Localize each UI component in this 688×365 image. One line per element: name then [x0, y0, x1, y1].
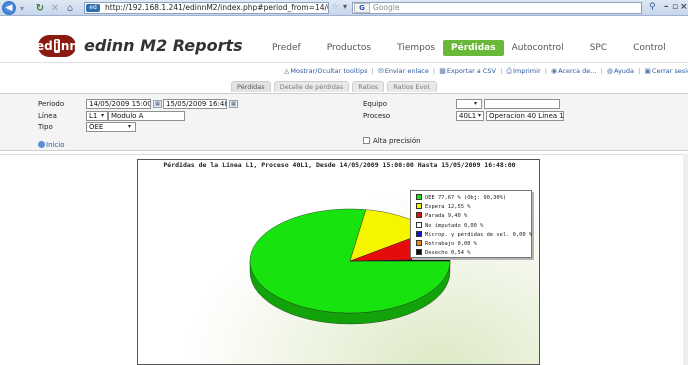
export-csv-link[interactable]: Exportar a CSV — [447, 67, 496, 75]
legend-swatch — [416, 240, 422, 246]
legend-item: OEE 77,67 % (Obj: 90,30%) — [416, 194, 506, 202]
help-link[interactable]: Ayuda — [614, 67, 634, 75]
legend-item: Parada 9,40 % — [416, 212, 467, 220]
legend-label: Microp. y pérdidas de vel. 0,00 % — [425, 231, 533, 238]
app-logo: ed i nn — [36, 35, 78, 57]
header-divider — [0, 62, 688, 63]
periodo-from-input[interactable]: 14/05/2009 15:00:00 — [86, 99, 151, 109]
back-icon[interactable]: ◀ — [2, 1, 16, 15]
inicio-link[interactable]: Inicio — [38, 141, 65, 149]
inicio-label: Inicio — [46, 141, 65, 149]
legend-label: Parada 9,40 % — [425, 213, 468, 220]
content-divider — [0, 154, 688, 155]
page-scrollbar[interactable] — [683, 154, 688, 365]
periodo-to-input[interactable]: 15/05/2009 16:48:00 — [163, 99, 227, 109]
menu-item-autocontrol[interactable]: Autocontrol — [504, 40, 572, 56]
tab-ratios-evol[interactable]: Ratios Evol. — [387, 81, 438, 92]
home-icon[interactable]: ⌂ — [64, 1, 76, 15]
legend-label: Desecho 0,54 % — [425, 250, 471, 257]
legend-swatch — [416, 203, 422, 210]
info-icon: ◉ — [550, 67, 558, 75]
printer-icon: ⎙ — [506, 67, 512, 75]
logout-icon: ▣ — [644, 67, 652, 75]
logout-link[interactable]: Cerrar sesión — [652, 67, 688, 75]
bookmark-star-icon[interactable]: ☆ — [331, 2, 339, 12]
restore-icon[interactable]: ▫ — [672, 2, 678, 12]
close-icon[interactable]: × — [680, 2, 688, 12]
legend-item: Retrabajo 0,00 % — [416, 240, 477, 248]
stop-icon[interactable]: ✕ — [49, 1, 61, 15]
tab-ratios[interactable]: Ratios — [352, 81, 385, 92]
equipo-text-field[interactable] — [484, 99, 560, 109]
report-tabs: Pérdidas Detalle de pérdidas Ratios Rati… — [231, 81, 438, 92]
action-toolbar: ◬Mostrar/Ocultar tooltips | ✉Enviar enla… — [284, 67, 688, 76]
legend-item: Microp. y pérdidas de vel. 0,00 % — [416, 230, 533, 239]
home-circle-icon — [38, 141, 45, 148]
legend-swatch — [416, 221, 422, 228]
calendar-to-icon[interactable]: ▦ — [229, 100, 238, 108]
url-dropdown-icon[interactable]: ▾ — [343, 2, 347, 11]
menu-item-predef[interactable]: Predef — [264, 40, 309, 56]
linea-name-field[interactable]: Modulo A — [108, 111, 185, 121]
menu-item-tiempos[interactable]: Tiempos — [389, 40, 443, 56]
legend-label: No imputado 0,00 % — [425, 222, 484, 229]
forward-icon[interactable]: ▾ — [17, 1, 27, 15]
periodo-label: Periodo — [38, 100, 65, 108]
legend-label: OEE 77,67 % (Obj: 90,30%) — [425, 195, 507, 201]
about-link[interactable]: Acerca de... — [558, 67, 596, 75]
help-icon: ◍ — [606, 67, 613, 75]
legend-item: Desecho 0,54 % — [416, 249, 470, 257]
print-link[interactable]: Imprimir — [513, 67, 541, 75]
legend-swatch — [416, 249, 422, 256]
proceso-name-field[interactable]: Operacion 40 Linea 1 — [486, 111, 564, 121]
calendar-from-icon[interactable]: ▦ — [153, 100, 162, 108]
proceso-chevron-down-icon: ▾ — [478, 112, 482, 119]
linea-chevron-down-icon: ▾ — [101, 112, 105, 119]
chart-legend: OEE 77,67 % (Obj: 90,30%) Espera 12,55 % P… — [410, 190, 532, 258]
tab-detalle-perdidas[interactable]: Detalle de pérdidas — [273, 81, 350, 92]
alta-precision-checkbox[interactable] — [363, 137, 370, 144]
favicon-icon: ed — [86, 4, 100, 12]
tab-perdidas[interactable]: Pérdidas — [231, 81, 271, 92]
minimize-icon[interactable]: – — [664, 2, 669, 12]
menu-item-control[interactable]: Control — [625, 40, 674, 56]
tooltip-icon: ◬ — [284, 67, 290, 75]
search-icon[interactable]: ⚲ — [649, 2, 656, 12]
mail-icon: ✉ — [377, 67, 384, 75]
legend-item: No imputado 0,00 % — [416, 221, 484, 230]
toggle-tooltips-link[interactable]: Mostrar/Ocultar tooltips — [290, 67, 367, 75]
app-title: edinn M2 Reports — [84, 36, 243, 55]
menu-item-spc[interactable]: SPC — [582, 40, 615, 56]
alta-precision-label: Alta precisión — [373, 137, 421, 145]
linea-label: Línea — [38, 112, 57, 120]
csv-icon: ▦ — [439, 67, 446, 75]
legend-swatch — [416, 230, 422, 237]
menu-item-perdidas[interactable]: Pérdidas — [443, 40, 504, 56]
equipo-chevron-down-icon: ▾ — [474, 100, 478, 107]
legend-swatch — [416, 212, 422, 219]
legend-item: Espera 12,55 % — [416, 203, 470, 211]
menu-item-productos[interactable]: Productos — [319, 40, 379, 56]
browser-toolbar: ◀ ▾ ↻ ✕ ⌂ http://192.168.1.241/edinnM2/i… — [0, 0, 688, 16]
legend-label: Espera 12,55 % — [425, 204, 471, 211]
legend-label: Retrabajo 0,00 % — [425, 241, 477, 247]
equipo-label: Equipo — [363, 100, 387, 108]
send-link-link[interactable]: Enviar enlace — [385, 67, 429, 75]
search-input[interactable]: Google — [352, 2, 642, 14]
loss-pie-chart: Pérdidas de la Línea L1, Proceso 40L1, D… — [137, 159, 540, 365]
url-bar[interactable]: http://192.168.1.241/edinnM2/index.php#p… — [84, 2, 329, 14]
tipo-label: Tipo — [38, 123, 53, 131]
tipo-chevron-down-icon: ▾ — [128, 123, 132, 130]
proceso-label: Proceso — [363, 112, 391, 120]
equipo-select[interactable] — [456, 99, 482, 109]
search-engine-icon[interactable]: G — [354, 3, 370, 13]
main-menu: Predef Productos Tiempos Pérdidas Autoco… — [264, 40, 674, 56]
linea-select[interactable]: L1 — [86, 111, 108, 121]
legend-swatch — [416, 194, 422, 200]
reload-icon[interactable]: ↻ — [34, 1, 46, 15]
